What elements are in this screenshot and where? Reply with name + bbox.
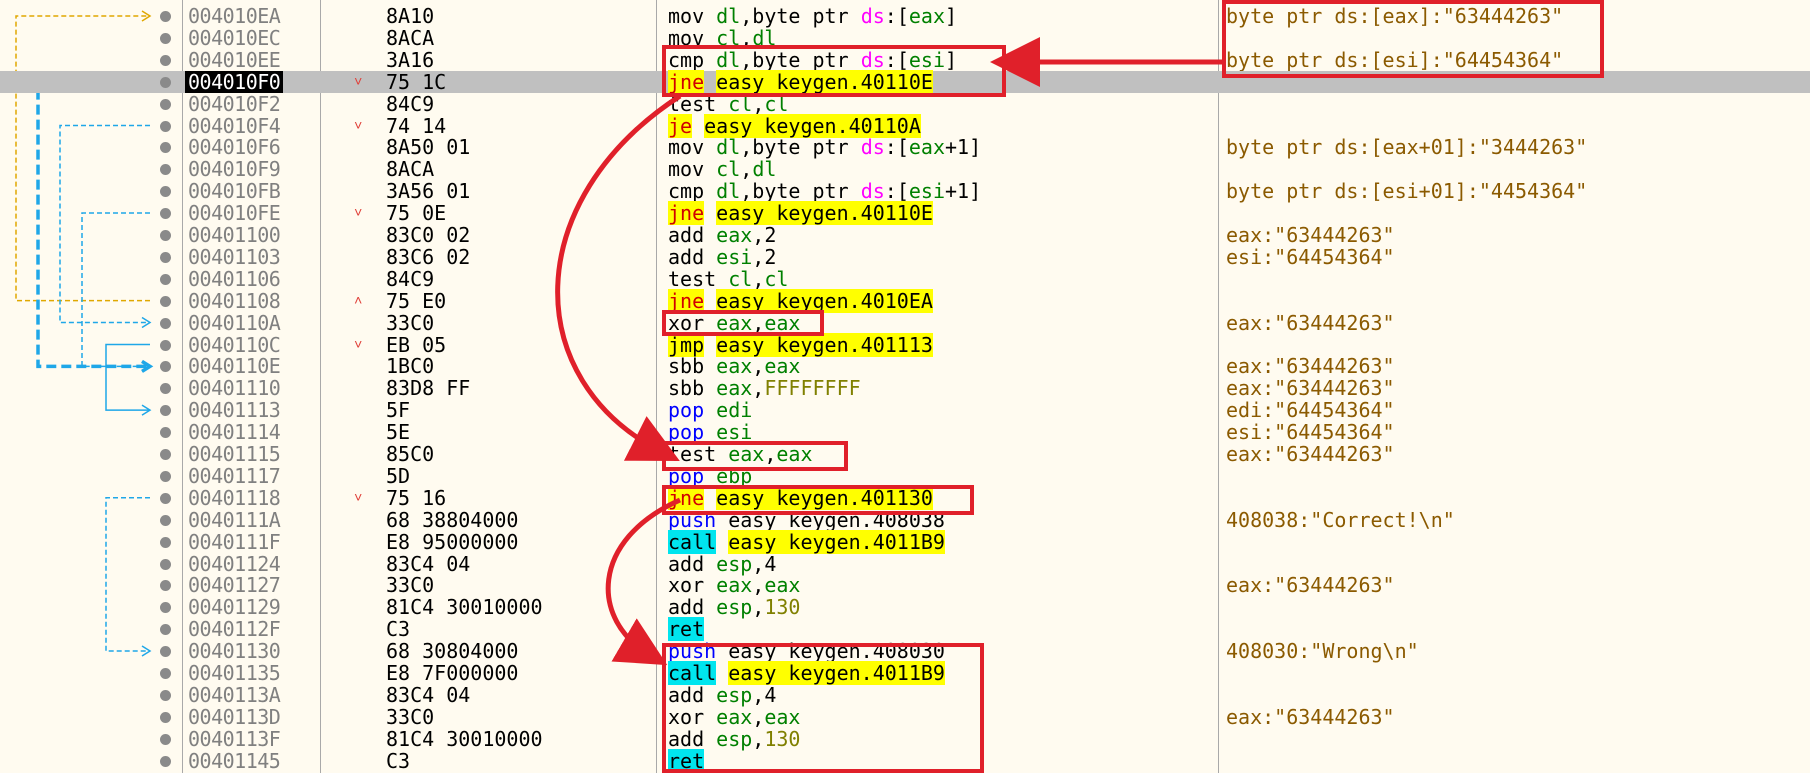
disassembly-view[interactable]: 004010EA 8A10 mov dl,byte ptr ds:[eax] byte…: [0, 0, 1810, 773]
annotation-arrows: [555, 37, 1222, 666]
